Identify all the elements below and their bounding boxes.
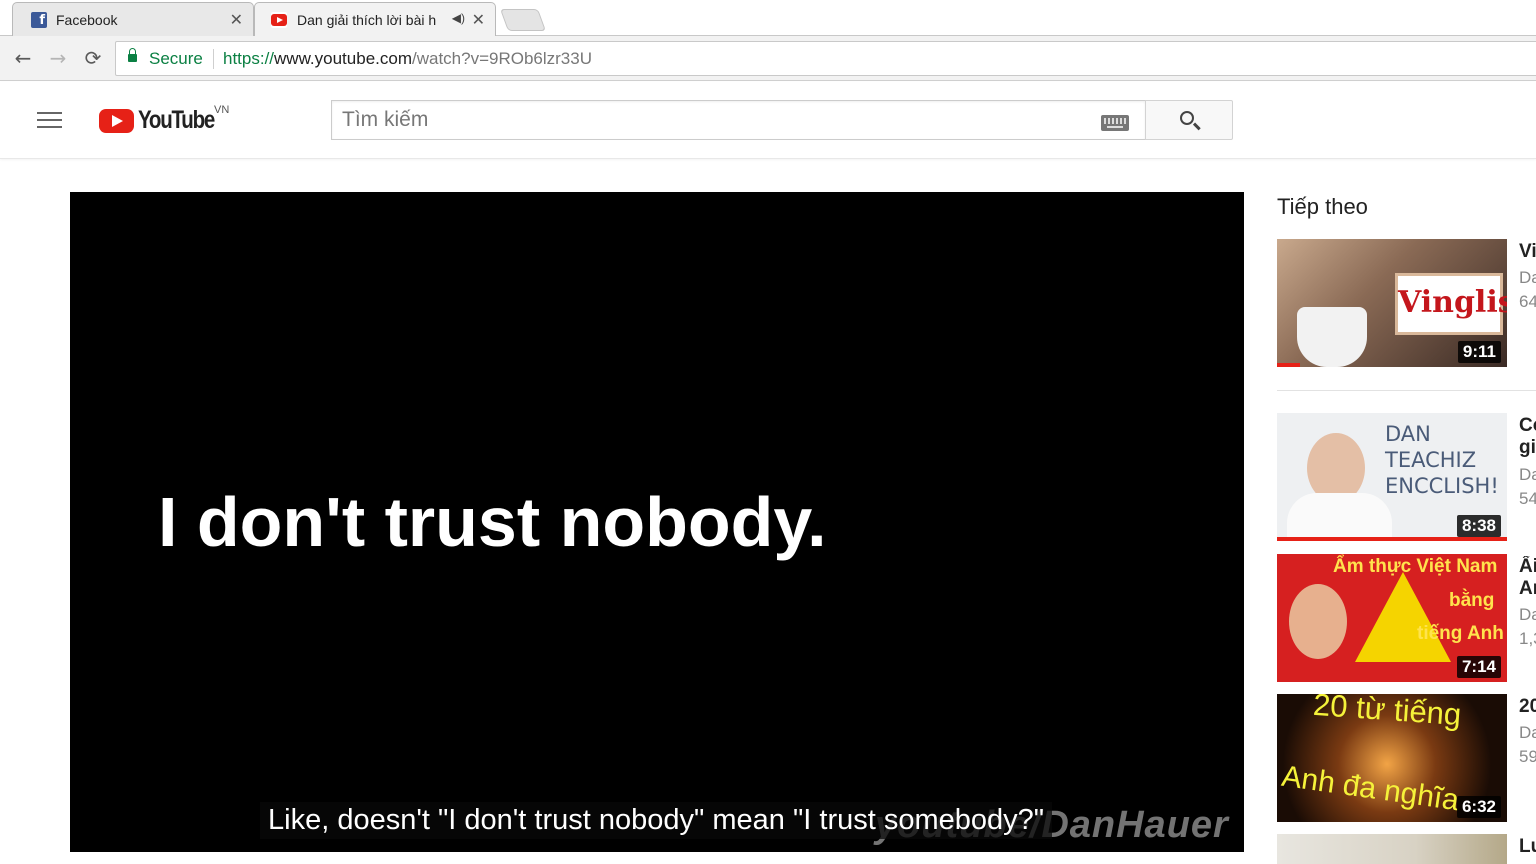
youtube-favicon-icon: [271, 12, 287, 28]
search-button[interactable]: [1145, 100, 1233, 140]
url-path: /watch?v=9ROb6lzr33U: [411, 49, 592, 68]
thumbnail-text: bằng: [1449, 590, 1495, 611]
thumbnail-text: tiếng Anh: [1417, 623, 1504, 644]
thumbnail-mug: [1297, 307, 1367, 367]
back-arrow-icon[interactable]: ←: [11, 46, 35, 70]
video-channel[interactable]: Da: [1519, 603, 1536, 627]
watch-progress-bar: [1277, 363, 1300, 367]
video-duration: 6:32: [1456, 796, 1501, 818]
subtitle-caption: Like, doesn't "I don't trust nobody" mea…: [260, 802, 1053, 839]
url-scheme: https://: [223, 49, 275, 68]
new-tab-button[interactable]: [499, 9, 547, 31]
url-text[interactable]: https://www.youtube.com/watch?v=9ROb6lzr…: [223, 49, 592, 69]
video-thumbnail[interactable]: 20 từ tiếng Anh đa nghĩa 6:32: [1277, 694, 1507, 822]
youtube-header: YouTube VN: [0, 82, 1536, 159]
region-label: VN: [214, 104, 230, 116]
video-title[interactable]: Co gi: [1519, 415, 1536, 459]
youtube-play-icon: [99, 109, 134, 133]
browser-tab-strip: f Facebook ✕ Dan giải thích lời bài h ◀)…: [0, 0, 1536, 36]
thumbnail-text: Ẩm thực Việt Nam: [1333, 556, 1498, 577]
tab-youtube[interactable]: Dan giải thích lời bài h ◀) ✕: [254, 2, 496, 36]
facebook-icon: f: [31, 12, 47, 28]
tab-title: Dan giải thích lời bài h: [297, 12, 437, 28]
video-thumbnail[interactable]: Ẩm thực Việt Nam bằng tiếng Anh 7:14: [1277, 554, 1507, 682]
forward-arrow-icon[interactable]: →: [46, 46, 70, 70]
secure-label: Secure: [149, 49, 203, 68]
keyboard-icon[interactable]: [1101, 115, 1129, 131]
video-title[interactable]: Vi: [1519, 241, 1536, 263]
up-next-heading: Tiếp theo: [1277, 194, 1368, 219]
speaker-icon[interactable]: ◀): [452, 11, 465, 25]
video-duration: 9:11: [1457, 341, 1501, 363]
reload-icon[interactable]: ⟳: [81, 46, 105, 70]
address-bar[interactable]: Secure https://www.youtube.com/watch?v=9…: [115, 41, 1536, 76]
divider: [213, 49, 214, 69]
thumbnail-text: 20 từ tiếng: [1311, 694, 1463, 733]
close-icon[interactable]: ✕: [230, 10, 243, 30]
browser-toolbar: ← → ⟳ Secure https://www.youtube.com/wat…: [0, 36, 1536, 81]
thumbnail-text: Anh đa nghĩa: [1279, 759, 1461, 818]
menu-icon[interactable]: [37, 112, 62, 130]
lock-icon: [128, 48, 137, 62]
thumbnail-text: DAN TEACHIZ ENCCLISH!: [1385, 422, 1499, 498]
video-channel[interactable]: Da: [1519, 463, 1536, 487]
video-views: 1,3: [1519, 629, 1536, 648]
divider: [1277, 390, 1536, 391]
tab-facebook[interactable]: f Facebook ✕: [12, 2, 254, 36]
video-title[interactable]: 20: [1519, 696, 1536, 718]
close-icon[interactable]: ✕: [472, 10, 485, 30]
watch-progress-bar: [1277, 537, 1507, 541]
video-player[interactable]: I don't trust nobody. youtube/DanHauer L…: [70, 192, 1244, 852]
video-channel[interactable]: Da: [1519, 266, 1536, 290]
url-host: www.youtube.com: [274, 49, 412, 68]
search-box: [331, 100, 1145, 140]
tab-title: Facebook: [56, 12, 118, 28]
video-channel[interactable]: Da: [1519, 721, 1536, 745]
thumbnail-shirt: [1287, 493, 1392, 541]
video-thumbnail[interactable]: Vinglish 9:11: [1277, 239, 1507, 367]
thumbnail-text: Vinglish: [1398, 285, 1507, 320]
search-input[interactable]: [332, 101, 1092, 139]
video-title[interactable]: Lu: [1519, 836, 1536, 858]
video-duration: 8:38: [1456, 515, 1501, 537]
video-views: 54: [1519, 489, 1536, 508]
logo-wordmark: YouTube: [138, 106, 215, 134]
video-title[interactable]: Ẩi An: [1519, 556, 1536, 600]
video-views: 59: [1519, 747, 1536, 766]
video-thumbnail[interactable]: DAN TEACHIZ ENCCLISH! 8:38: [1277, 413, 1507, 541]
video-views: 64: [1519, 292, 1536, 311]
search-icon: [1180, 111, 1194, 125]
video-duration: 7:14: [1456, 656, 1501, 678]
video-frame-text: I don't trust nobody.: [158, 483, 827, 561]
thumbnail-star: [1355, 572, 1451, 662]
video-thumbnail[interactable]: [1277, 834, 1507, 864]
thumbnail-face: [1289, 584, 1347, 659]
